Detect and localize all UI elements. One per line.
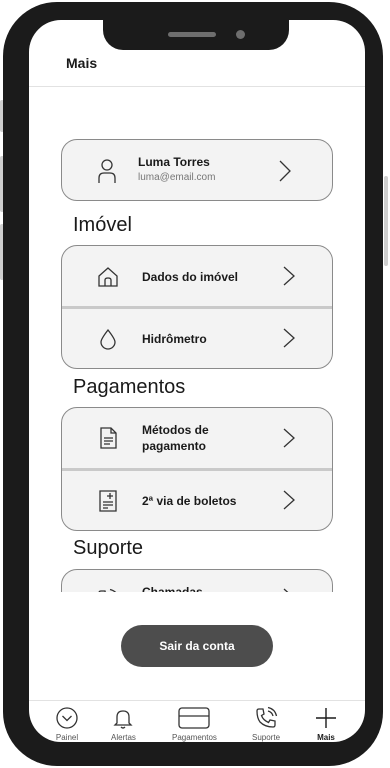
tab-label: Pagamentos [172, 733, 217, 742]
app-screen: Mais Luma Torres luma@email.com Imóvel D… [29, 20, 365, 742]
tab-pagamentos[interactable]: Pagamentos [172, 705, 217, 742]
scroll-content[interactable]: Luma Torres luma@email.com Imóvel Dados … [29, 87, 365, 592]
tab-alertas[interactable]: Alertas [111, 705, 136, 742]
menu-item-label: Métodos de pagamento [142, 423, 209, 453]
menu-item-label: Hidrômetro [142, 332, 207, 346]
phone-call-icon [96, 588, 120, 592]
profile-card[interactable]: Luma Torres luma@email.com [61, 139, 333, 201]
tab-mais[interactable]: Mais [314, 705, 338, 742]
profile-email: luma@email.com [138, 172, 216, 183]
menu-item-label: 2ª via de boletos [142, 494, 237, 508]
menu-item-dados-imovel[interactable]: Dados do imóvel [62, 246, 332, 307]
person-icon [96, 158, 118, 184]
phone-frame: Mais Luma Torres luma@email.com Imóvel D… [3, 2, 383, 766]
bottom-tab-bar: Painel Alertas Pagamentos Suporte Mais [29, 700, 365, 742]
section-title-imovel: Imóvel [73, 214, 132, 236]
phone-side-button-right [384, 176, 388, 266]
chevron-right-icon [283, 266, 295, 286]
imovel-card: Dados do imóvel Hidrômetro [61, 245, 333, 369]
page-title: Mais [66, 55, 98, 71]
chevron-right-icon [283, 490, 295, 510]
tab-label: Suporte [252, 733, 281, 742]
suporte-card: Chamadas anteriores [61, 569, 333, 592]
section-title-suporte: Suporte [73, 537, 144, 559]
phone-notch [103, 17, 289, 50]
menu-item-metodos-pagamento[interactable]: Métodos de pagamento [62, 408, 332, 469]
house-icon [96, 265, 120, 289]
bell-icon [111, 705, 135, 731]
plus-icon [314, 705, 338, 731]
menu-item-label: Chamadas anteriores [142, 585, 203, 592]
tab-label: Mais [317, 733, 335, 742]
tab-label: Alertas [111, 733, 136, 742]
tab-painel[interactable]: Painel [55, 705, 79, 742]
profile-name: Luma Torres [138, 155, 210, 169]
chevron-right-icon [279, 160, 291, 182]
chevron-circle-icon [55, 705, 79, 731]
menu-item-hidrometro[interactable]: Hidrômetro [62, 309, 332, 368]
chevron-right-icon [283, 428, 295, 448]
chevron-right-icon [283, 588, 289, 592]
section-title-pagamentos: Pagamentos [73, 376, 186, 398]
card-icon [177, 705, 211, 731]
menu-item-chamadas-anteriores[interactable]: Chamadas anteriores [62, 570, 332, 592]
chevron-right-icon [283, 328, 295, 348]
speaker-grille [168, 32, 216, 37]
tab-suporte[interactable]: Suporte [252, 705, 280, 742]
logout-button[interactable]: Sair da conta [121, 625, 273, 667]
phone-call-icon [254, 705, 278, 731]
water-drop-icon [96, 327, 120, 351]
pagamentos-card: Métodos de pagamento 2ª via de boletos [61, 407, 333, 531]
front-camera [236, 30, 245, 39]
menu-item-label: Dados do imóvel [142, 270, 239, 284]
document-icon [96, 426, 120, 450]
invoice-icon [96, 489, 120, 513]
menu-item-segunda-via-boletos[interactable]: 2ª via de boletos [62, 471, 332, 530]
tab-label: Painel [55, 733, 79, 742]
